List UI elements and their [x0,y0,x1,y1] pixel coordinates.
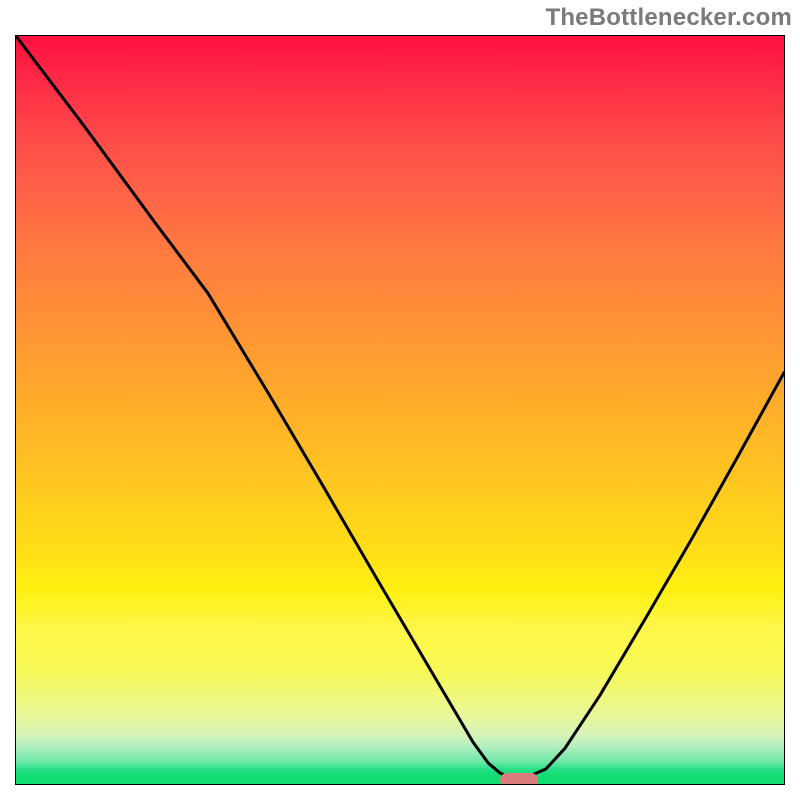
chart-frame [15,35,785,785]
watermark-text: TheBottlenecker.com [545,4,792,32]
optimal-marker [500,773,538,786]
bottleneck-curve [16,36,784,784]
chart-container: TheBottlenecker.com [0,0,800,800]
